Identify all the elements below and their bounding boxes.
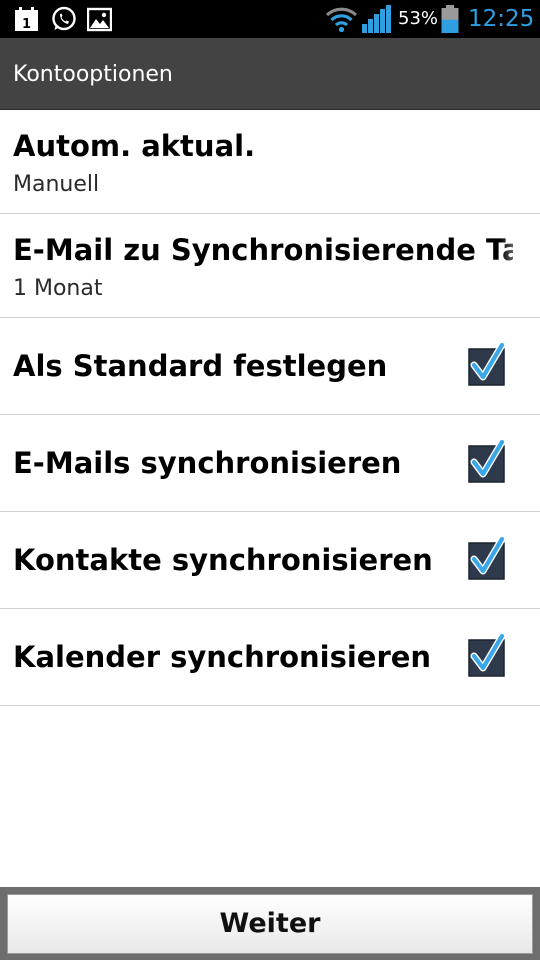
checkbox-checked-icon[interactable] [468,343,506,387]
setting-value: 1 Monat [13,276,103,301]
action-bar: Kontooptionen [0,38,540,110]
setting-sync-email[interactable]: E-Mails synchronisieren [0,415,540,512]
settings-list: Autom. aktual. Manuell E-Mail zu Synchro… [0,110,540,706]
page-title: Kontooptionen [13,62,173,87]
bottom-bar: Weiter [0,887,540,960]
setting-title: E-Mail zu Synchronisierende Tage [13,233,513,267]
setting-default-account[interactable]: Als Standard festlegen [0,318,540,415]
signal-icon [362,5,391,33]
checkbox-checked-icon[interactable] [468,537,506,581]
next-button[interactable]: Weiter [7,894,533,954]
setting-sync-contacts[interactable]: Kontakte synchronisieren [0,512,540,609]
calendar-day: 1 [22,17,31,32]
setting-sync-calendar[interactable]: Kalender synchronisieren [0,609,540,706]
setting-title: Als Standard festlegen [13,349,388,383]
checkbox-checked-icon[interactable] [468,440,506,484]
wifi-icon [325,7,358,33]
setting-value: Manuell [13,172,100,197]
setting-sync-period[interactable]: E-Mail zu Synchronisierende Tage 1 Monat [0,214,540,318]
calendar-icon: 1 [15,7,38,32]
status-bar: 1 53% 12:25 [0,0,540,38]
battery-icon [441,5,459,33]
gallery-icon [87,7,112,32]
checkbox-checked-icon[interactable] [468,634,506,678]
setting-title: Kontakte synchronisieren [13,543,433,577]
setting-title: Kalender synchronisieren [13,640,432,674]
setting-auto-update[interactable]: Autom. aktual. Manuell [0,110,540,214]
whatsapp-icon [52,6,76,31]
setting-title: E-Mails synchronisieren [13,446,402,480]
setting-title: Autom. aktual. [13,129,256,163]
battery-percent: 53% [398,8,439,29]
title-fade [500,224,540,284]
clock: 12:25 [468,6,535,32]
